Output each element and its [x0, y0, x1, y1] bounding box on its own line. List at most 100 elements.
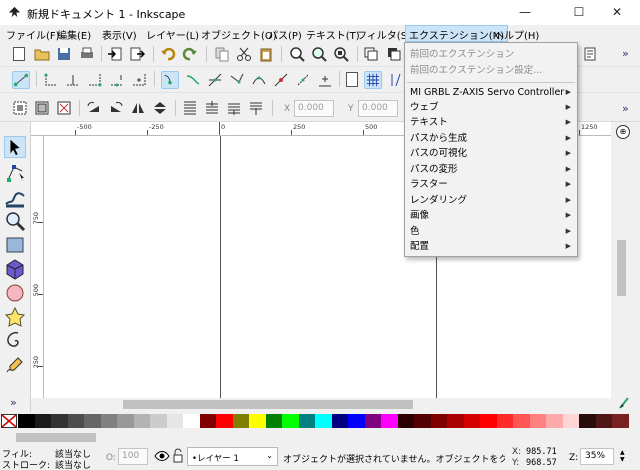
rotate-ccw-icon[interactable]: [86, 100, 102, 116]
palette-swatch[interactable]: [414, 414, 431, 428]
palette-swatch[interactable]: [216, 414, 233, 428]
palette-swatch[interactable]: [463, 414, 481, 428]
node-tool-icon[interactable]: [4, 162, 26, 184]
palette-swatch[interactable]: [496, 414, 514, 428]
3d-box-tool-icon[interactable]: [4, 258, 26, 280]
palette-swatch[interactable]: [381, 414, 398, 428]
x-input[interactable]: 0.000: [294, 100, 334, 117]
zoom-page-icon[interactable]: [333, 46, 349, 62]
y-input[interactable]: 0.000: [358, 100, 398, 117]
snap-page-border-icon[interactable]: [346, 72, 358, 87]
select-all-layers-icon[interactable]: [34, 100, 50, 116]
palette-swatch[interactable]: [397, 414, 415, 428]
menu-view[interactable]: 表示(V): [102, 27, 137, 42]
menu-item-web[interactable]: ウェブ ▶: [405, 100, 577, 115]
cut-icon[interactable]: [236, 46, 252, 62]
raise-icon[interactable]: [204, 100, 220, 116]
palette-swatch[interactable]: [51, 414, 68, 428]
menu-file[interactable]: ファイル(F): [6, 27, 60, 42]
no-paint-swatch-icon[interactable]: [1, 414, 17, 428]
snap-enable-icon[interactable]: [12, 71, 30, 89]
new-document-icon[interactable]: [13, 47, 25, 61]
flip-vertical-icon[interactable]: [152, 100, 168, 116]
menu-text[interactable]: テキスト(T): [306, 27, 360, 42]
zoom-corner-icon[interactable]: ⊕: [616, 125, 630, 139]
menu-item-text[interactable]: テキスト ▶: [405, 115, 577, 130]
export-icon[interactable]: [129, 46, 145, 62]
print-icon[interactable]: [79, 46, 95, 62]
palette-swatch[interactable]: [249, 414, 266, 428]
palette-menu-icon[interactable]: [618, 396, 630, 410]
snap-bbox-center-icon[interactable]: [131, 72, 147, 88]
vertical-scrollbar-thumb[interactable]: [617, 240, 626, 296]
menu-item-images[interactable]: 画像 ▶: [405, 208, 577, 223]
star-tool-icon[interactable]: [4, 306, 26, 328]
menu-filters[interactable]: フィルタ(S): [357, 27, 411, 42]
snap-guides-icon[interactable]: [388, 72, 404, 88]
palette-swatch[interactable]: [562, 414, 580, 428]
document-properties-icon[interactable]: [582, 46, 598, 62]
snap-bbox-icon[interactable]: [43, 72, 59, 88]
vertical-ruler[interactable]: 750 500 250: [31, 136, 44, 398]
tool-controls-overflow-chevron[interactable]: »: [622, 102, 629, 115]
snap-object-midpoints-icon[interactable]: [295, 72, 311, 88]
snap-intersections-icon[interactable]: [207, 72, 223, 88]
zoom-selection-icon[interactable]: [289, 46, 305, 62]
palette-swatch[interactable]: [282, 414, 299, 428]
raise-to-top-icon[interactable]: [182, 100, 198, 116]
palette-swatch[interactable]: [117, 414, 134, 428]
tweak-tool-icon[interactable]: [4, 186, 26, 208]
zoom-spinner-arrows[interactable]: ▲ ▼: [620, 449, 625, 463]
spiral-tool-icon[interactable]: [4, 330, 26, 352]
snap-bbox-midpoints-icon[interactable]: [109, 72, 125, 88]
toolbox-overflow-chevron[interactable]: »: [10, 396, 17, 409]
copy-icon[interactable]: [214, 46, 230, 62]
palette-swatch[interactable]: [265, 414, 283, 428]
menu-layer[interactable]: レイヤー(L): [146, 27, 199, 42]
snap-nodes-icon[interactable]: [161, 71, 179, 89]
snap-cusp-nodes-icon[interactable]: [229, 72, 245, 88]
palette-swatch[interactable]: [18, 414, 35, 428]
selector-tool-icon[interactable]: [4, 136, 26, 158]
undo-icon[interactable]: [160, 46, 176, 62]
menu-item-grbl-servo-controller[interactable]: MI GRBL Z-AXIS Servo Controller ▶: [405, 85, 577, 100]
layer-visibility-eye-icon[interactable]: [154, 449, 170, 463]
open-folder-icon[interactable]: [34, 46, 50, 62]
pencil-tool-icon[interactable]: [4, 354, 26, 376]
close-button[interactable]: ✕: [594, 0, 640, 25]
lower-to-bottom-icon[interactable]: [248, 100, 264, 116]
palette-scrollbar[interactable]: [0, 430, 640, 444]
palette-swatch[interactable]: [331, 414, 349, 428]
minimize-button[interactable]: —: [502, 0, 548, 25]
palette-swatch[interactable]: [579, 414, 596, 428]
flip-horizontal-icon[interactable]: [130, 100, 146, 116]
duplicate-icon[interactable]: [363, 46, 379, 62]
palette-swatch[interactable]: [480, 414, 497, 428]
menu-edit[interactable]: 編集(E): [57, 27, 91, 42]
zoom-drawing-icon[interactable]: [311, 46, 327, 62]
snap-rotation-center-icon[interactable]: [317, 72, 333, 88]
zoom-input[interactable]: 35%: [580, 448, 614, 465]
palette-swatch[interactable]: [183, 414, 200, 428]
palette-swatch[interactable]: [34, 414, 52, 428]
palette-swatch[interactable]: [67, 414, 85, 428]
palette-swatch[interactable]: [315, 414, 332, 428]
menu-item-color[interactable]: 色 ▶: [405, 224, 577, 239]
palette-swatch[interactable]: [447, 414, 464, 428]
palette-swatch[interactable]: [298, 414, 316, 428]
ellipse-tool-icon[interactable]: [4, 282, 26, 304]
menu-item-visualize-path[interactable]: パスの可視化 ▶: [405, 146, 577, 161]
palette-swatch[interactable]: [546, 414, 563, 428]
paste-icon[interactable]: [258, 46, 274, 62]
palette-swatch[interactable]: [595, 414, 613, 428]
snap-paths-icon[interactable]: [185, 72, 201, 88]
menu-item-raster[interactable]: ラスター ▶: [405, 177, 577, 192]
menu-item-modify-path[interactable]: パスの変形 ▶: [405, 162, 577, 177]
zoom-tool-icon[interactable]: [4, 210, 26, 232]
palette-swatch[interactable]: [513, 414, 530, 428]
snap-smooth-nodes-icon[interactable]: [251, 72, 267, 88]
palette-swatch[interactable]: [612, 414, 629, 428]
deselect-icon[interactable]: [56, 100, 72, 116]
horizontal-scrollbar-thumb[interactable]: [123, 400, 413, 409]
palette-scrollbar-thumb[interactable]: [16, 433, 96, 442]
